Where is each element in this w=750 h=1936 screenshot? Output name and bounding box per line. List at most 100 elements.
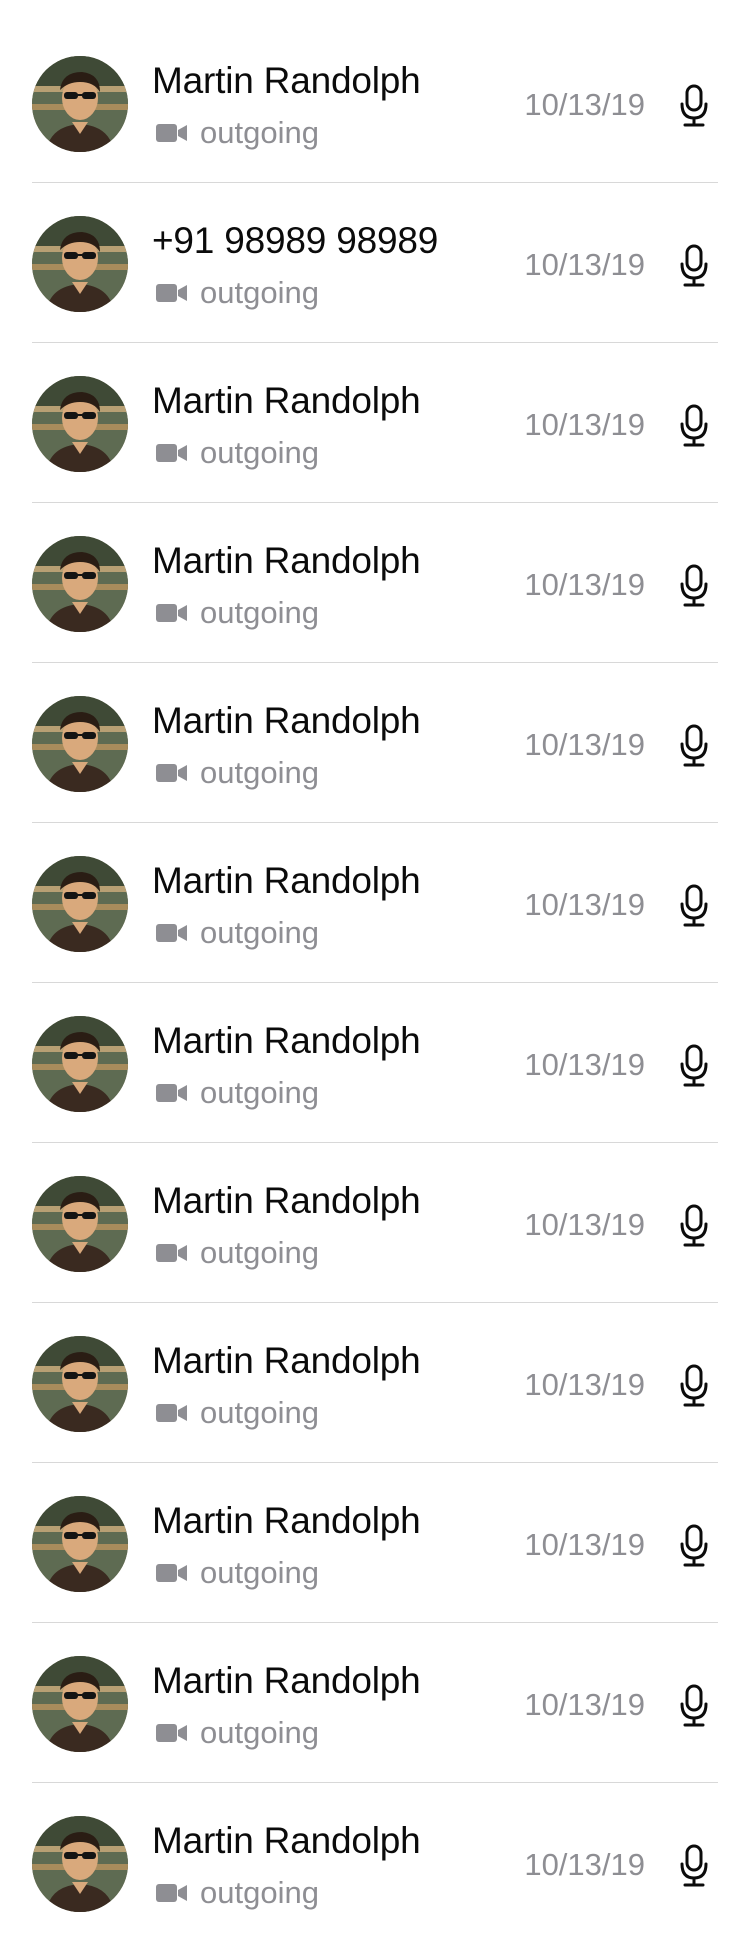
call-date: 10/13/19: [524, 887, 645, 922]
video-camera-icon: [156, 604, 187, 622]
call-date: 10/13/19: [524, 1207, 645, 1242]
voice-call-button[interactable]: [676, 563, 712, 609]
contact-name: Martin Randolph: [152, 860, 421, 901]
microphone-icon: [680, 84, 708, 127]
contact-avatar[interactable]: [32, 536, 128, 632]
voice-call-button[interactable]: [676, 243, 712, 289]
contact-name: Martin Randolph: [152, 1340, 421, 1381]
call-row[interactable]: Martin Randolph outgoing 10/13/19: [0, 503, 750, 663]
voice-call-button[interactable]: [676, 1363, 712, 1409]
call-date: 10/13/19: [524, 1047, 645, 1082]
microphone-icon: [680, 1364, 708, 1407]
contact-avatar[interactable]: [32, 1816, 128, 1912]
microphone-icon: [680, 724, 708, 767]
call-date: 10/13/19: [524, 567, 645, 602]
call-row[interactable]: +91 98989 98989 outgoing 10/13/19: [0, 183, 750, 343]
call-row[interactable]: Martin Randolph outgoing 10/13/19: [0, 983, 750, 1143]
call-row[interactable]: Martin Randolph outgoing 10/13/19: [0, 1303, 750, 1463]
call-type: outgoing: [156, 435, 319, 471]
contact-avatar[interactable]: [32, 56, 128, 152]
contact-avatar[interactable]: [32, 696, 128, 792]
video-camera-icon: [156, 764, 187, 782]
contact-name: Martin Randolph: [152, 540, 421, 581]
video-camera-icon: [156, 444, 187, 462]
voice-call-button[interactable]: [676, 403, 712, 449]
contact-name: Martin Randolph: [152, 1820, 421, 1861]
contact-avatar[interactable]: [32, 1656, 128, 1752]
video-camera-icon: [156, 124, 187, 142]
call-row[interactable]: Martin Randolph outgoing 10/13/19: [0, 663, 750, 823]
call-row[interactable]: Martin Randolph outgoing 10/13/19: [0, 343, 750, 503]
contact-avatar[interactable]: [32, 1496, 128, 1592]
video-camera-icon: [156, 1884, 187, 1902]
call-date: 10/13/19: [524, 727, 645, 762]
microphone-icon: [680, 1044, 708, 1087]
call-date: 10/13/19: [524, 1367, 645, 1402]
call-type-label: outgoing: [200, 275, 319, 310]
microphone-icon: [680, 244, 708, 287]
call-type: outgoing: [156, 1715, 319, 1751]
contact-name: Martin Randolph: [152, 1660, 421, 1701]
call-row[interactable]: Martin Randolph outgoing 10/13/19: [0, 1623, 750, 1783]
call-type-label: outgoing: [200, 1875, 319, 1910]
voice-call-button[interactable]: [676, 883, 712, 929]
voice-call-button[interactable]: [676, 1043, 712, 1089]
contact-avatar[interactable]: [32, 216, 128, 312]
call-row[interactable]: Martin Randolph outgoing 10/13/19: [0, 23, 750, 183]
contact-name: +91 98989 98989: [152, 220, 439, 261]
call-history-list: Martin Randolph outgoing 10/13/19 +91 98…: [0, 0, 750, 1936]
call-type: outgoing: [156, 595, 319, 631]
contact-name: Martin Randolph: [152, 1500, 421, 1541]
video-camera-icon: [156, 924, 187, 942]
contact-name: Martin Randolph: [152, 1020, 421, 1061]
call-type-label: outgoing: [200, 435, 319, 470]
microphone-icon: [680, 1684, 708, 1727]
call-type: outgoing: [156, 1395, 319, 1431]
call-row[interactable]: Martin Randolph outgoing 10/13/19: [0, 1783, 750, 1936]
call-row[interactable]: Martin Randolph outgoing 10/13/19: [0, 1143, 750, 1303]
call-type: outgoing: [156, 755, 319, 791]
call-type: outgoing: [156, 915, 319, 951]
microphone-icon: [680, 404, 708, 447]
contact-name: Martin Randolph: [152, 1180, 421, 1221]
call-type: outgoing: [156, 275, 319, 311]
call-date: 10/13/19: [524, 1527, 645, 1562]
microphone-icon: [680, 884, 708, 927]
microphone-icon: [680, 1204, 708, 1247]
call-row[interactable]: Martin Randolph outgoing 10/13/19: [0, 823, 750, 983]
voice-call-button[interactable]: [676, 723, 712, 769]
video-camera-icon: [156, 1724, 187, 1742]
call-type: outgoing: [156, 1555, 319, 1591]
call-row[interactable]: Martin Randolph outgoing 10/13/19: [0, 1463, 750, 1623]
contact-avatar[interactable]: [32, 856, 128, 952]
call-type-label: outgoing: [200, 1075, 319, 1110]
call-date: 10/13/19: [524, 407, 645, 442]
contact-avatar[interactable]: [32, 376, 128, 472]
contact-avatar[interactable]: [32, 1336, 128, 1432]
contact-avatar[interactable]: [32, 1176, 128, 1272]
contact-avatar[interactable]: [32, 1016, 128, 1112]
call-type-label: outgoing: [200, 595, 319, 630]
call-type-label: outgoing: [200, 915, 319, 950]
microphone-icon: [680, 1844, 708, 1887]
call-type-label: outgoing: [200, 1555, 319, 1590]
voice-call-button[interactable]: [676, 1683, 712, 1729]
video-camera-icon: [156, 1084, 187, 1102]
call-date: 10/13/19: [524, 1847, 645, 1882]
voice-call-button[interactable]: [676, 83, 712, 129]
microphone-icon: [680, 1524, 708, 1567]
call-date: 10/13/19: [524, 1687, 645, 1722]
voice-call-button[interactable]: [676, 1203, 712, 1249]
contact-name: Martin Randolph: [152, 380, 421, 421]
call-type-label: outgoing: [200, 1235, 319, 1270]
contact-name: Martin Randolph: [152, 700, 421, 741]
call-type: outgoing: [156, 115, 319, 151]
call-type-label: outgoing: [200, 755, 319, 790]
video-camera-icon: [156, 284, 187, 302]
call-type-label: outgoing: [200, 115, 319, 150]
video-camera-icon: [156, 1564, 187, 1582]
video-camera-icon: [156, 1244, 187, 1262]
voice-call-button[interactable]: [676, 1523, 712, 1569]
call-type: outgoing: [156, 1075, 319, 1111]
voice-call-button[interactable]: [676, 1843, 712, 1889]
